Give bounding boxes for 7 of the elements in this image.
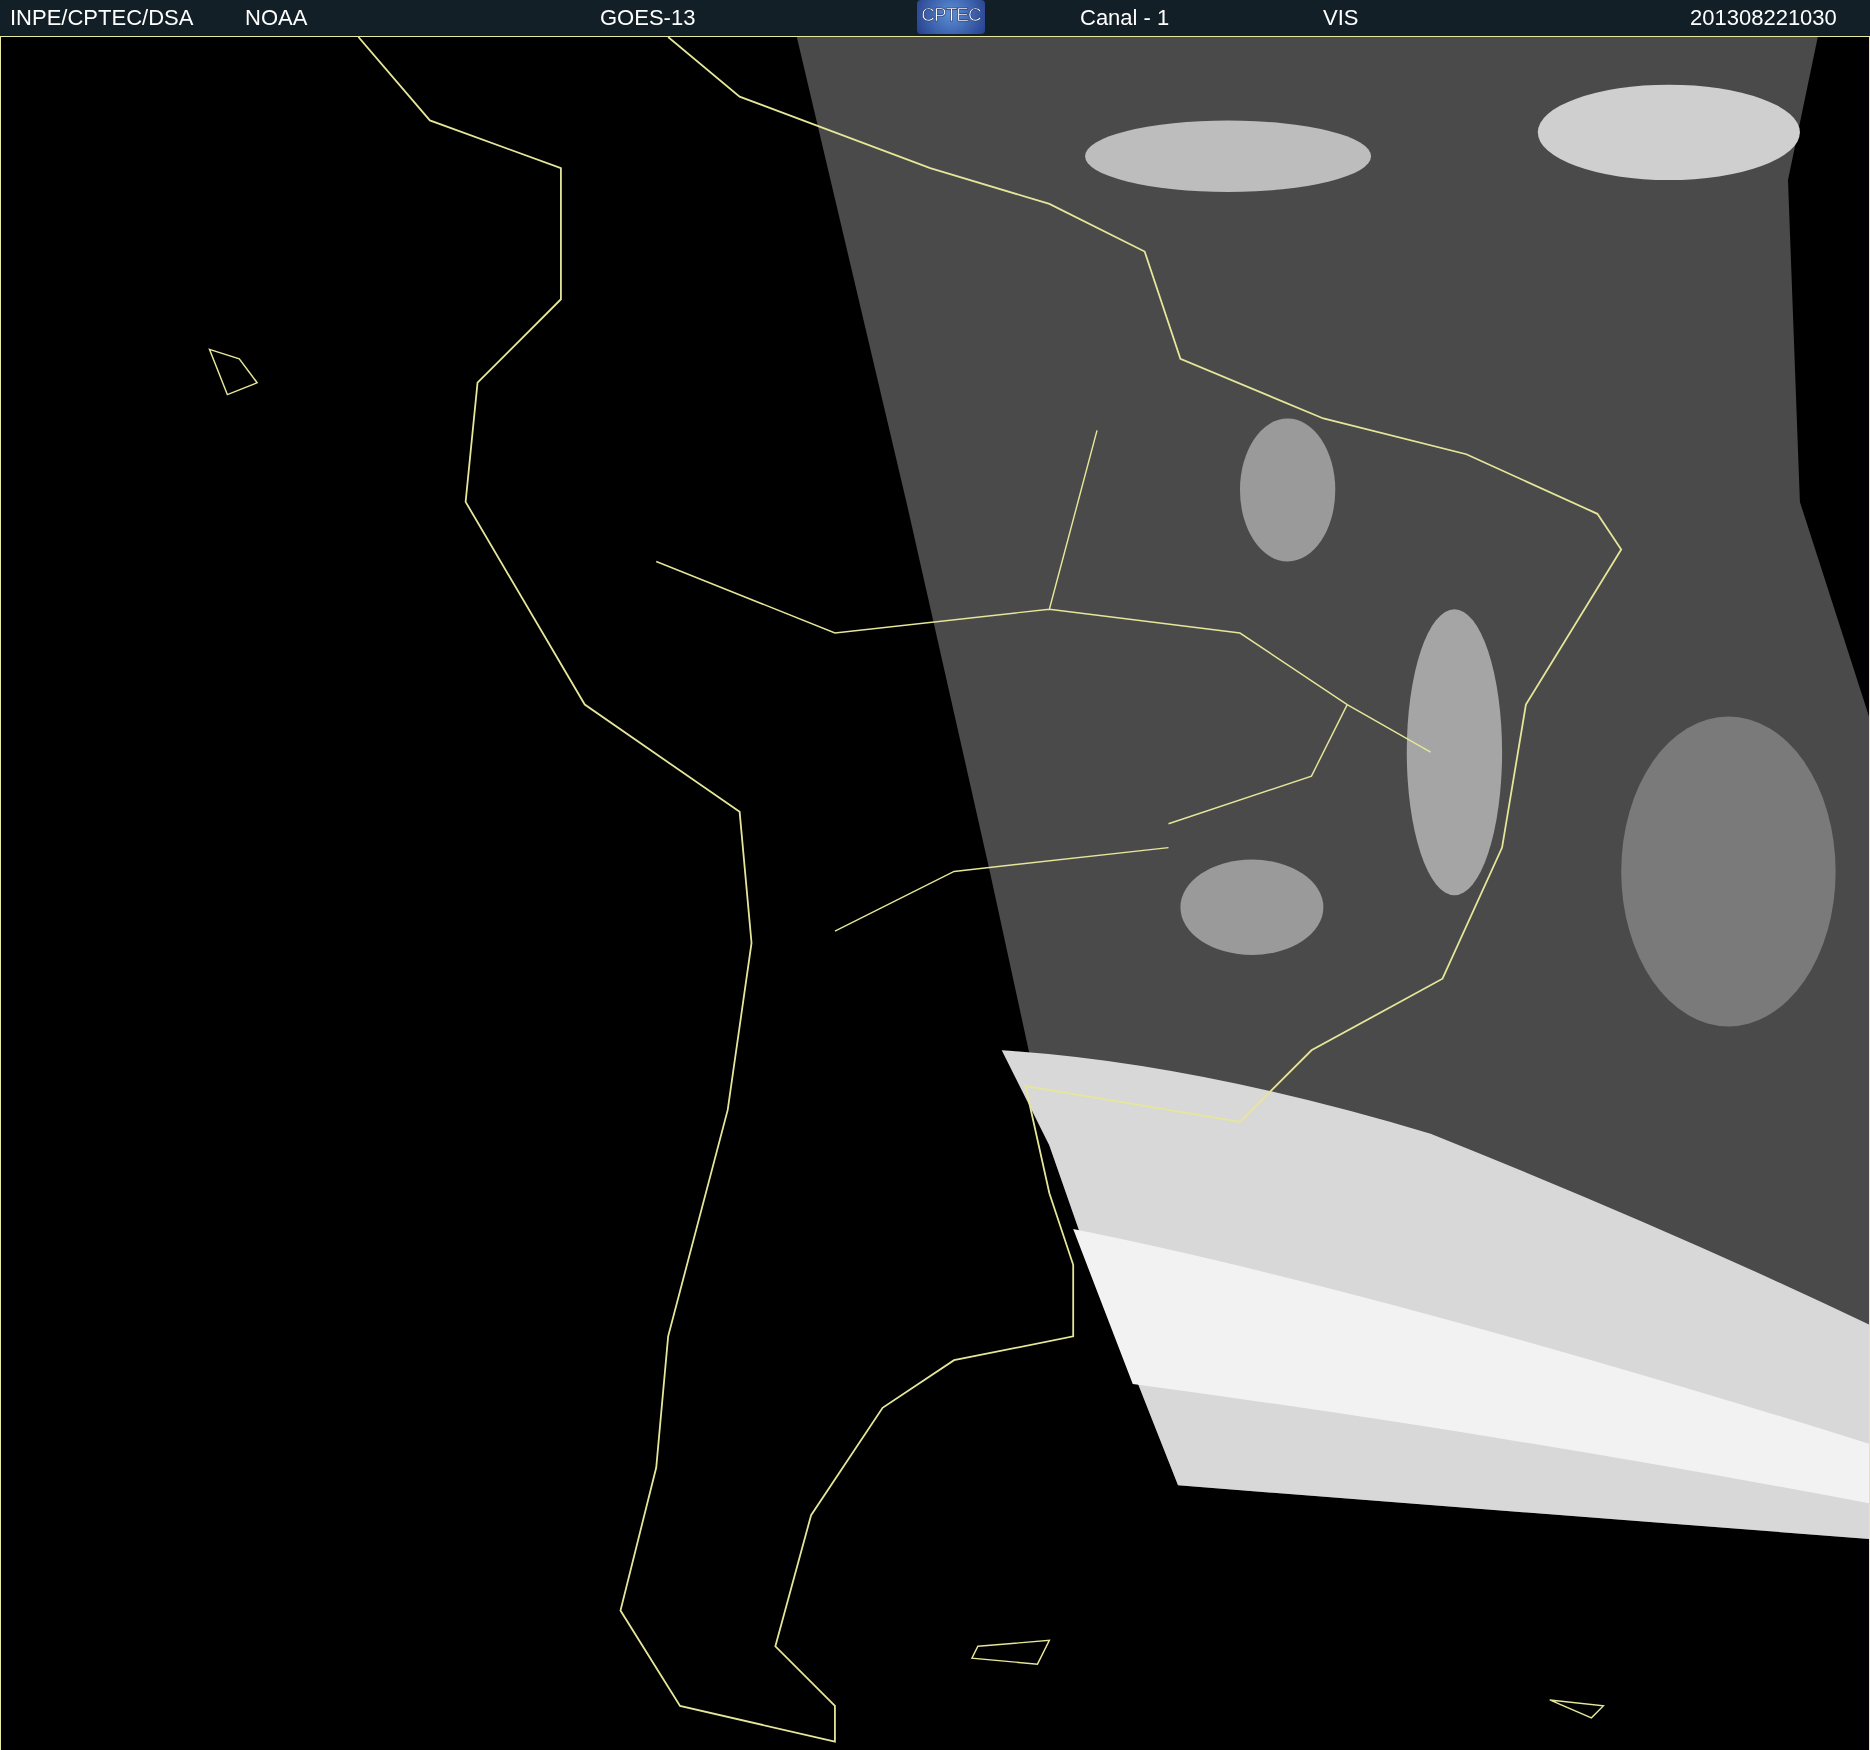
- header-label: GOES-13: [600, 5, 696, 31]
- header-label: NOAA: [245, 5, 308, 31]
- header-label: Canal - 1: [1080, 5, 1170, 31]
- logo: CPTEC: [917, 0, 985, 34]
- header-label: 201308221030: [1690, 5, 1837, 31]
- header-label: INPE/CPTEC/DSA: [10, 5, 194, 31]
- header-label: VIS: [1323, 5, 1359, 31]
